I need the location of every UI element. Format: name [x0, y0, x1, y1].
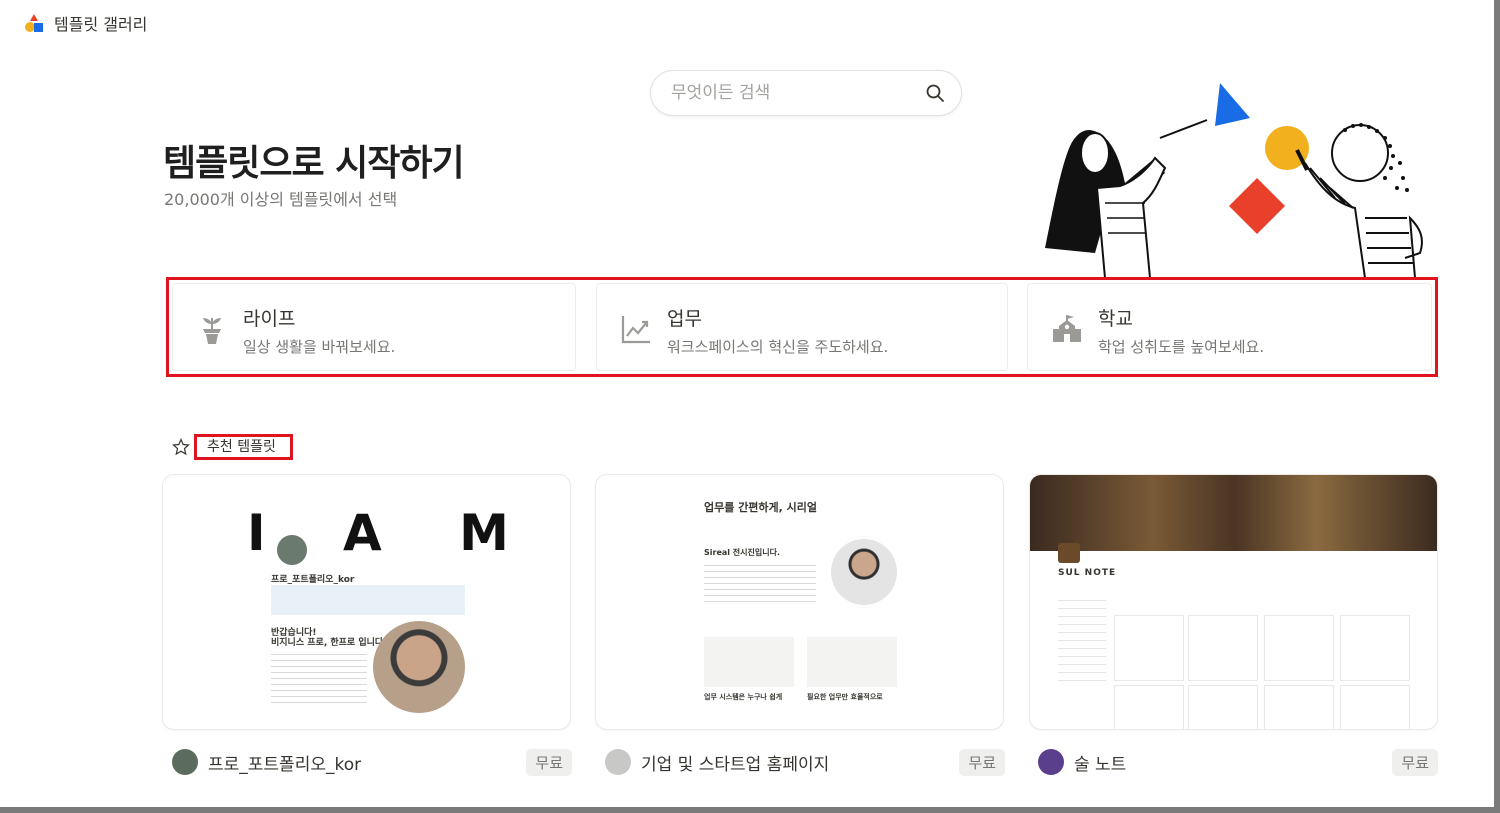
preview-feature-title: 업무 시스템은 누구나 쉽게: [704, 693, 783, 701]
preview-body-lines: [271, 649, 367, 705]
chart-icon: [621, 316, 650, 344]
price-badge: 무료: [959, 748, 1005, 776]
template-meta-sul-note: 술 노트 무료: [1038, 746, 1438, 778]
preview-gallery-item: [1340, 685, 1410, 729]
preview-avatar: [275, 533, 309, 567]
template-meta-portfolio: 프로_포트폴리오_kor 무료: [172, 746, 572, 778]
hero-illustration: [1045, 83, 1423, 278]
category-card-life[interactable]: 라이프 일상 생활을 바꿔보세요.: [172, 283, 576, 371]
creator-avatar[interactable]: [1038, 749, 1064, 775]
preview-sidebar-list: [1058, 593, 1106, 683]
preview-callout: [271, 585, 465, 615]
preview-profile-photo: [373, 621, 465, 713]
preview-person-photo: [831, 539, 897, 605]
search-icon[interactable]: [925, 83, 945, 103]
preview-feature-title: 필요한 업무만 효율적으로: [807, 693, 883, 701]
window-frame-bottom: [0, 807, 1500, 813]
template-card-startup[interactable]: 업무를 간편하게, 시리얼 Sireal 전시진입니다. 업무 시스템은 누구나…: [595, 474, 1004, 730]
plant-icon: [203, 318, 221, 344]
template-meta-startup: 기업 및 스타트업 홈페이지 무료: [605, 746, 1005, 778]
preview-cover-image: [1030, 475, 1437, 551]
category-group: 라이프 일상 생활을 바꿔보세요. 업무 워크스페이스의 혁신을 주도하세요. …: [166, 277, 1438, 377]
category-title: 업무: [667, 308, 702, 330]
page-subtitle: 20,000개 이상의 템플릿에서 선택: [164, 190, 398, 209]
category-card-work[interactable]: 업무 워크스페이스의 혁신을 주도하세요.: [596, 283, 1008, 371]
preview-subheading: Sireal 전시진입니다.: [704, 548, 780, 557]
preview-gallery-item: [1188, 685, 1258, 729]
preview-body-lines: [704, 560, 816, 602]
preview-gallery-item: [1114, 685, 1184, 729]
preview-gallery-item: [1340, 615, 1410, 681]
section-title: 추천 템플릿: [194, 434, 293, 460]
preview-feature-image: [807, 637, 897, 687]
preview-page-icon: [1058, 543, 1080, 563]
window-frame-right: [1494, 0, 1500, 813]
app-title: 템플릿 갤러리: [54, 15, 148, 34]
gallery-logo-icon: [25, 14, 43, 32]
category-title: 학교: [1098, 308, 1133, 330]
template-card-portfolio[interactable]: I A M 프로_포트폴리오_kor 반갑습니다! 비지니스 프로, 한프로 입…: [162, 474, 571, 730]
category-card-school[interactable]: 학교 학업 성취도를 높여보세요.: [1027, 283, 1432, 371]
creator-avatar[interactable]: [172, 749, 198, 775]
category-description: 학업 성취도를 높여보세요.: [1098, 338, 1265, 356]
preview-gallery-item: [1264, 685, 1334, 729]
category-title: 라이프: [243, 308, 296, 330]
template-name[interactable]: 프로_포트폴리오_kor: [208, 750, 526, 775]
price-badge: 무료: [1392, 748, 1438, 776]
creator-avatar[interactable]: [605, 749, 631, 775]
template-card-sul-note[interactable]: SUL NOTE: [1029, 474, 1438, 730]
preview-gallery-item: [1114, 615, 1184, 681]
preview-gallery-item: [1264, 615, 1334, 681]
price-badge: 무료: [526, 748, 572, 776]
preview-feature-image: [704, 637, 794, 687]
search-input[interactable]: [671, 83, 925, 103]
search-bar[interactable]: [650, 70, 962, 116]
preview-intro: 비지니스 프로, 한프로 입니다.: [271, 638, 387, 648]
preview-heading: SUL NOTE: [1058, 568, 1117, 578]
preview-heading: 업무를 간편하게, 시리얼: [704, 501, 818, 514]
school-icon: [1053, 315, 1081, 342]
recommended-section-header: 추천 템플릿: [172, 434, 293, 460]
page-title: 템플릿으로 시작하기: [163, 143, 465, 184]
template-name[interactable]: 기업 및 스타트업 홈페이지: [641, 750, 959, 775]
star-icon: [172, 438, 190, 456]
category-description: 일상 생활을 바꿔보세요.: [243, 338, 396, 356]
category-description: 워크스페이스의 혁신을 주도하세요.: [667, 338, 889, 356]
preview-gallery-item: [1188, 615, 1258, 681]
app-header: 템플릿 갤러리: [22, 10, 147, 36]
template-name[interactable]: 술 노트: [1074, 750, 1392, 775]
preview-heading: 프로_포트폴리오_kor: [271, 575, 355, 585]
